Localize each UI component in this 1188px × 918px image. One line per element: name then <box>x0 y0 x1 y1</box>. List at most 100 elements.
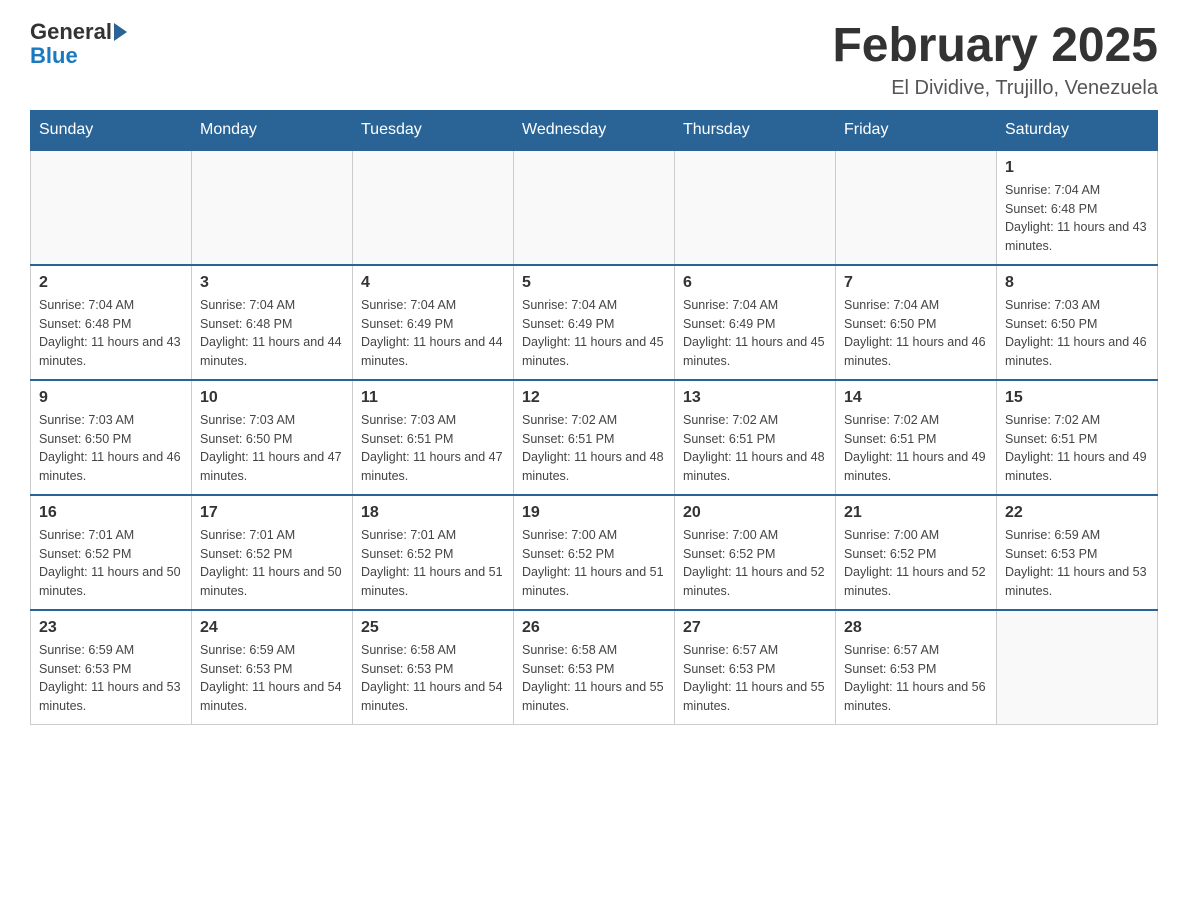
calendar-day-cell: 7Sunrise: 7:04 AM Sunset: 6:50 PM Daylig… <box>836 265 997 380</box>
day-of-week-header: Tuesday <box>353 110 514 150</box>
calendar-week-row: 1 Sunrise: 7:04 AM Sunset: 6:48 PM Daylig… <box>31 150 1158 265</box>
day-number: 13 <box>683 389 827 407</box>
day-info: Sunrise: 6:57 AM Sunset: 6:53 PM Dayligh… <box>683 641 827 716</box>
calendar-day-cell: 11 Sunrise: 7:03 AM Sunset: 6:51 PM Dayli… <box>353 380 514 495</box>
calendar-week-row: 16 Sunrise: 7:01 AM Sunset: 6:52 PM Dayli… <box>31 495 1158 610</box>
calendar-day-cell: 20Sunrise: 7:00 AM Sunset: 6:52 PM Dayli… <box>675 495 836 610</box>
calendar-title: February 2025 <box>832 20 1158 73</box>
day-info: Sunrise: 7:04 AM Sunset: 6:49 PM Dayligh… <box>522 296 666 371</box>
day-number: 7 <box>844 274 988 292</box>
day-info: Sunrise: 6:59 AM Sunset: 6:53 PM Dayligh… <box>39 641 183 716</box>
day-info: Sunrise: 6:59 AM Sunset: 6:53 PM Dayligh… <box>1005 526 1149 601</box>
day-info: Sunrise: 7:02 AM Sunset: 6:51 PM Dayligh… <box>844 411 988 486</box>
day-number: 4 <box>361 274 505 292</box>
day-info: Sunrise: 7:04 AM Sunset: 6:48 PM Dayligh… <box>39 296 183 371</box>
day-info: Sunrise: 7:00 AM Sunset: 6:52 PM Dayligh… <box>522 526 666 601</box>
day-info: Sunrise: 7:03 AM Sunset: 6:50 PM Dayligh… <box>1005 296 1149 371</box>
calendar-day-cell: 10 Sunrise: 7:03 AM Sunset: 6:50 PM Dayli… <box>192 380 353 495</box>
day-info: Sunrise: 7:04 AM Sunset: 6:49 PM Dayligh… <box>683 296 827 371</box>
day-number: 5 <box>522 274 666 292</box>
day-info: Sunrise: 7:02 AM Sunset: 6:51 PM Dayligh… <box>522 411 666 486</box>
day-info: Sunrise: 7:02 AM Sunset: 6:51 PM Dayligh… <box>683 411 827 486</box>
day-number: 11 <box>361 389 505 407</box>
day-number: 27 <box>683 619 827 637</box>
calendar-day-cell: 14 Sunrise: 7:02 AM Sunset: 6:51 PM Dayli… <box>836 380 997 495</box>
calendar-day-cell: 24 Sunrise: 6:59 AM Sunset: 6:53 PM Dayli… <box>192 610 353 725</box>
calendar-subtitle: El Dividive, Trujillo, Venezuela <box>832 77 1158 100</box>
day-number: 6 <box>683 274 827 292</box>
calendar-day-cell: 16 Sunrise: 7:01 AM Sunset: 6:52 PM Dayli… <box>31 495 192 610</box>
calendar-day-cell: 22 Sunrise: 6:59 AM Sunset: 6:53 PM Dayli… <box>997 495 1158 610</box>
calendar-day-cell: 6 Sunrise: 7:04 AM Sunset: 6:49 PM Daylig… <box>675 265 836 380</box>
calendar-day-cell: 19 Sunrise: 7:00 AM Sunset: 6:52 PM Dayli… <box>514 495 675 610</box>
day-info: Sunrise: 7:01 AM Sunset: 6:52 PM Dayligh… <box>39 526 183 601</box>
day-number: 10 <box>200 389 344 407</box>
day-number: 3 <box>200 274 344 292</box>
day-info: Sunrise: 7:01 AM Sunset: 6:52 PM Dayligh… <box>200 526 344 601</box>
day-number: 12 <box>522 389 666 407</box>
calendar-day-cell: 3 Sunrise: 7:04 AM Sunset: 6:48 PM Daylig… <box>192 265 353 380</box>
calendar-day-cell: 25Sunrise: 6:58 AM Sunset: 6:53 PM Dayli… <box>353 610 514 725</box>
day-number: 18 <box>361 504 505 522</box>
day-info: Sunrise: 7:04 AM Sunset: 6:48 PM Dayligh… <box>200 296 344 371</box>
calendar-day-cell: 2 Sunrise: 7:04 AM Sunset: 6:48 PM Daylig… <box>31 265 192 380</box>
day-info: Sunrise: 6:59 AM Sunset: 6:53 PM Dayligh… <box>200 641 344 716</box>
calendar-day-cell: 1 Sunrise: 7:04 AM Sunset: 6:48 PM Daylig… <box>997 150 1158 265</box>
day-info: Sunrise: 7:04 AM Sunset: 6:48 PM Dayligh… <box>1005 181 1149 256</box>
day-info: Sunrise: 7:00 AM Sunset: 6:52 PM Dayligh… <box>844 526 988 601</box>
calendar-week-row: 9 Sunrise: 7:03 AM Sunset: 6:50 PM Daylig… <box>31 380 1158 495</box>
day-number: 1 <box>1005 159 1149 177</box>
day-info: Sunrise: 7:01 AM Sunset: 6:52 PM Dayligh… <box>361 526 505 601</box>
day-number: 17 <box>200 504 344 522</box>
day-of-week-header: Thursday <box>675 110 836 150</box>
calendar-day-cell: 8 Sunrise: 7:03 AM Sunset: 6:50 PM Daylig… <box>997 265 1158 380</box>
calendar-day-cell: 5 Sunrise: 7:04 AM Sunset: 6:49 PM Daylig… <box>514 265 675 380</box>
calendar-day-cell: 23 Sunrise: 6:59 AM Sunset: 6:53 PM Dayli… <box>31 610 192 725</box>
day-number: 24 <box>200 619 344 637</box>
day-of-week-header: Monday <box>192 110 353 150</box>
calendar-day-cell: 18 Sunrise: 7:01 AM Sunset: 6:52 PM Dayli… <box>353 495 514 610</box>
page-header: General Blue February 2025 El Dividive, … <box>30 20 1158 100</box>
day-of-week-header: Wednesday <box>514 110 675 150</box>
day-number: 16 <box>39 504 183 522</box>
calendar-week-row: 2 Sunrise: 7:04 AM Sunset: 6:48 PM Daylig… <box>31 265 1158 380</box>
day-number: 25 <box>361 619 505 637</box>
logo: General Blue <box>30 20 127 68</box>
calendar-day-cell: 26 Sunrise: 6:58 AM Sunset: 6:53 PM Dayli… <box>514 610 675 725</box>
day-info: Sunrise: 7:03 AM Sunset: 6:50 PM Dayligh… <box>39 411 183 486</box>
day-number: 26 <box>522 619 666 637</box>
calendar-day-cell: 9 Sunrise: 7:03 AM Sunset: 6:50 PM Daylig… <box>31 380 192 495</box>
day-of-week-header: Sunday <box>31 110 192 150</box>
day-number: 23 <box>39 619 183 637</box>
day-number: 8 <box>1005 274 1149 292</box>
day-info: Sunrise: 6:58 AM Sunset: 6:53 PM Dayligh… <box>522 641 666 716</box>
day-number: 14 <box>844 389 988 407</box>
day-info: Sunrise: 6:57 AM Sunset: 6:53 PM Dayligh… <box>844 641 988 716</box>
calendar-header-row: SundayMondayTuesdayWednesdayThursdayFrid… <box>31 110 1158 150</box>
day-of-week-header: Saturday <box>997 110 1158 150</box>
calendar-day-cell: 13 Sunrise: 7:02 AM Sunset: 6:51 PM Dayli… <box>675 380 836 495</box>
day-number: 9 <box>39 389 183 407</box>
day-number: 22 <box>1005 504 1149 522</box>
day-number: 28 <box>844 619 988 637</box>
calendar-day-cell: 27 Sunrise: 6:57 AM Sunset: 6:53 PM Dayli… <box>675 610 836 725</box>
calendar-day-cell: 28 Sunrise: 6:57 AM Sunset: 6:53 PM Dayli… <box>836 610 997 725</box>
day-info: Sunrise: 7:04 AM Sunset: 6:49 PM Dayligh… <box>361 296 505 371</box>
calendar-day-cell <box>836 150 997 265</box>
logo-general: General <box>30 20 112 44</box>
calendar-day-cell: 15Sunrise: 7:02 AM Sunset: 6:51 PM Dayli… <box>997 380 1158 495</box>
calendar-day-cell <box>514 150 675 265</box>
calendar-day-cell <box>353 150 514 265</box>
calendar-week-row: 23 Sunrise: 6:59 AM Sunset: 6:53 PM Dayli… <box>31 610 1158 725</box>
day-number: 19 <box>522 504 666 522</box>
title-section: February 2025 El Dividive, Trujillo, Ven… <box>832 20 1158 100</box>
calendar-day-cell: 12 Sunrise: 7:02 AM Sunset: 6:51 PM Dayli… <box>514 380 675 495</box>
day-info: Sunrise: 7:03 AM Sunset: 6:50 PM Dayligh… <box>200 411 344 486</box>
day-number: 2 <box>39 274 183 292</box>
calendar-day-cell <box>997 610 1158 725</box>
calendar-day-cell <box>31 150 192 265</box>
calendar-table: SundayMondayTuesdayWednesdayThursdayFrid… <box>30 110 1158 725</box>
calendar-day-cell: 17 Sunrise: 7:01 AM Sunset: 6:52 PM Dayli… <box>192 495 353 610</box>
day-info: Sunrise: 7:03 AM Sunset: 6:51 PM Dayligh… <box>361 411 505 486</box>
calendar-day-cell <box>192 150 353 265</box>
